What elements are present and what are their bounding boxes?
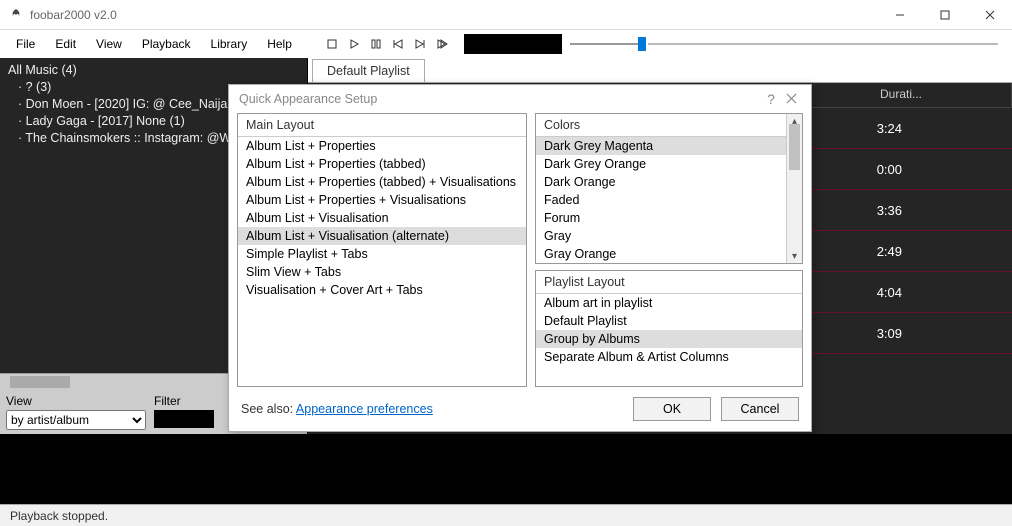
colors-list[interactable]: Colors Dark Grey MagentaDark Grey Orange…	[535, 113, 803, 264]
list-item[interactable]: Simple Playlist + Tabs	[238, 245, 526, 263]
minimize-button[interactable]	[877, 0, 922, 30]
list-item[interactable]: Album List + Properties (tabbed)	[238, 155, 526, 173]
statusbar: Playback stopped.	[0, 504, 1012, 526]
cancel-button[interactable]: Cancel	[721, 397, 799, 421]
chevron-down-icon[interactable]: ▾	[787, 249, 802, 263]
dialog-footer: See also: Appearance preferences OK Canc…	[229, 387, 811, 431]
pause-icon[interactable]	[366, 34, 386, 54]
main-layout-list[interactable]: Main Layout Album List + PropertiesAlbum…	[237, 113, 527, 387]
menu-playback[interactable]: Playback	[132, 33, 201, 55]
playlist-layout-list[interactable]: Playlist Layout Album art in playlistDef…	[535, 270, 803, 387]
colors-scrollbar[interactable]: ▴ ▾	[786, 114, 802, 263]
list-item[interactable]: Default Playlist	[536, 312, 802, 330]
menu-file[interactable]: File	[6, 33, 45, 55]
list-item[interactable]: Album List + Properties	[238, 137, 526, 155]
close-icon[interactable]	[781, 91, 801, 107]
column-duration[interactable]: Durati...	[872, 83, 1012, 107]
ok-button[interactable]: OK	[633, 397, 711, 421]
colors-title: Colors	[536, 114, 802, 137]
progress-area	[464, 30, 1006, 58]
dialog-title: Quick Appearance Setup	[239, 92, 377, 106]
prev-icon[interactable]	[388, 34, 408, 54]
appearance-preferences-link[interactable]: Appearance preferences	[296, 402, 433, 416]
list-item[interactable]: Slim View + Tabs	[238, 263, 526, 281]
view-label: View	[6, 394, 146, 408]
view-select[interactable]: by artist/album	[6, 410, 146, 430]
list-item[interactable]: Album List + Visualisation (alternate)	[238, 227, 526, 245]
playlist-layout-title: Playlist Layout	[536, 271, 802, 294]
visualization-box	[464, 34, 562, 54]
see-also-label: See also:	[241, 402, 293, 416]
seek-slider[interactable]	[648, 43, 998, 45]
tab-default-playlist[interactable]: Default Playlist	[312, 59, 425, 82]
main-layout-title: Main Layout	[238, 114, 526, 137]
titlebar: foobar2000 v2.0	[0, 0, 1012, 30]
playback-toolbar	[322, 34, 452, 54]
window-title: foobar2000 v2.0	[30, 8, 877, 22]
menu-help[interactable]: Help	[257, 33, 302, 55]
list-item[interactable]: Dark Grey Orange	[536, 155, 786, 173]
list-item[interactable]: Dark Grey Magenta	[536, 137, 786, 155]
list-item[interactable]: Forum	[536, 209, 786, 227]
help-icon[interactable]: ?	[761, 91, 781, 107]
list-item[interactable]: Album List + Properties + Visualisations	[238, 191, 526, 209]
close-button[interactable]	[967, 0, 1012, 30]
filter-label: Filter	[154, 394, 214, 408]
maximize-button[interactable]	[922, 0, 967, 30]
list-item[interactable]: Dark Orange	[536, 173, 786, 191]
stop-icon[interactable]	[322, 34, 342, 54]
quick-appearance-dialog: Quick Appearance Setup ? Main Layout Alb…	[228, 84, 812, 432]
menu-view[interactable]: View	[86, 33, 132, 55]
filter-input[interactable]	[154, 410, 214, 428]
visualization-strip	[0, 434, 1012, 504]
list-item[interactable]: Album List + Properties (tabbed) + Visua…	[238, 173, 526, 191]
app-icon	[8, 7, 24, 23]
random-icon[interactable]	[432, 34, 452, 54]
list-item[interactable]: Gray	[536, 227, 786, 245]
dialog-titlebar: Quick Appearance Setup ?	[229, 85, 811, 113]
next-icon[interactable]	[410, 34, 430, 54]
list-item[interactable]: Gray Orange	[536, 245, 786, 263]
play-icon[interactable]	[344, 34, 364, 54]
menu-edit[interactable]: Edit	[45, 33, 86, 55]
menubar: File Edit View Playback Library Help	[0, 30, 1012, 58]
tree-root[interactable]: All Music (4)	[8, 62, 299, 79]
list-item[interactable]: Album art in playlist	[536, 294, 802, 312]
menu-library[interactable]: Library	[201, 33, 258, 55]
list-item[interactable]: Faded	[536, 191, 786, 209]
list-item[interactable]: Visualisation + Cover Art + Tabs	[238, 281, 526, 299]
playlist-tabs: Default Playlist	[308, 58, 1012, 83]
list-item[interactable]: Group by Albums	[536, 330, 802, 348]
list-item[interactable]: Separate Album & Artist Columns	[536, 348, 802, 366]
status-text: Playback stopped.	[10, 509, 108, 523]
volume-slider[interactable]	[570, 43, 640, 45]
list-item[interactable]: Album List + Visualisation	[238, 209, 526, 227]
